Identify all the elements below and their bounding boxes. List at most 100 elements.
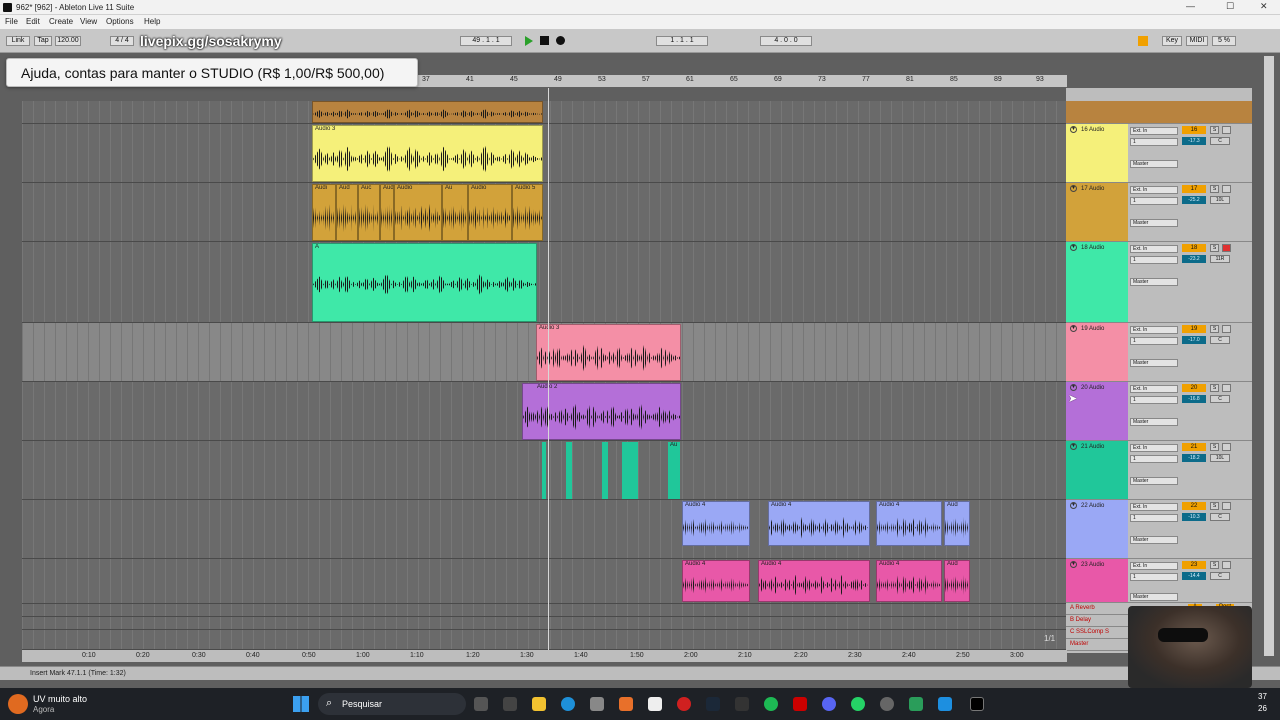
app-icon[interactable] [909,697,923,711]
track-header[interactable]: ▼ 17 Audio Ext. In 1 Master 17 S -25.2 10… [1066,183,1252,242]
solo-button[interactable]: S [1210,443,1219,451]
key-map-button[interactable]: Key [1162,36,1182,46]
track-volume[interactable]: -10.3 [1182,513,1206,521]
app-icon[interactable] [880,697,894,711]
menu-view[interactable]: View [80,17,97,26]
audio-clip[interactable]: Audi [312,184,336,241]
steam-icon[interactable] [706,697,720,711]
track-pan[interactable]: C [1210,395,1230,403]
track-title[interactable]: ▼ 21 Audio [1066,441,1128,499]
ableton-taskbar-icon[interactable] [970,697,984,711]
output-routing[interactable]: Master [1130,536,1178,544]
solo-button[interactable]: S [1210,126,1219,134]
output-routing[interactable]: Master [1130,278,1178,286]
audio-clip[interactable]: Audio [468,184,512,241]
audio-clip[interactable]: Audio 4 [682,501,750,546]
midi-map-button[interactable]: MIDI [1186,36,1208,46]
app-icon[interactable] [938,697,952,711]
track-title[interactable]: ▼ 17 Audio [1066,183,1128,241]
input-type[interactable]: Ext. In [1130,326,1178,334]
track-title[interactable]: ▼ 19 Audio [1066,323,1128,381]
stop-icon[interactable] [540,36,549,45]
return-lane[interactable] [22,617,1067,630]
audio-clip[interactable]: A [312,243,537,322]
track-lane[interactable]: Audi Aud Auc Aud Audio Au Audio Audio 5 [22,183,1067,242]
audio-clip[interactable]: Audio 4 [768,501,870,546]
input-type[interactable]: Ext. In [1130,385,1178,393]
track-activator[interactable]: 18 [1182,244,1206,252]
arrangement-view[interactable]: Audio 3 Audi Aud Auc Aud Audio Au Audio … [22,101,1067,650]
track-lane[interactable]: A [22,242,1067,323]
draw-mode-icon[interactable] [1138,36,1148,46]
arm-button[interactable] [1222,561,1231,569]
track-lane[interactable]: Audio 4 Audio 4 Audio 4 Aud [22,559,1067,604]
audio-clip[interactable]: Audio 4 [758,560,870,602]
fold-icon[interactable]: ▼ [1070,502,1077,509]
return-lane[interactable] [22,604,1067,617]
track-header[interactable]: ▼ 23 Audio Ext. In 1 Master 23 S -14.4 C [1066,559,1252,603]
time-signature[interactable]: 4 / 4 [110,36,134,46]
output-routing[interactable]: Master [1130,219,1178,227]
discord-icon[interactable] [822,697,836,711]
track-lane[interactable]: Audio 3 [22,124,1067,183]
audio-clip[interactable]: Au [540,442,682,499]
arm-button[interactable] [1222,185,1231,193]
input-channel[interactable]: 1 [1130,396,1178,404]
audio-clip[interactable]: Audio 2 [522,383,681,440]
opera-icon[interactable] [677,697,691,711]
track-title[interactable]: ▼ 16 Audio [1066,124,1128,182]
app-icon[interactable] [793,697,807,711]
loop-start-field[interactable]: 1 . 1 . 1 [656,36,708,46]
track-activator[interactable]: 20 [1182,384,1206,392]
audio-clip[interactable]: Au [442,184,468,241]
arm-button[interactable] [1222,502,1231,510]
input-channel[interactable]: 1 [1130,455,1178,463]
input-type[interactable]: Ext. In [1130,503,1178,511]
solo-button[interactable]: S [1210,502,1219,510]
track-lane[interactable]: Audio 3 [22,323,1067,382]
track-title[interactable]: ▼ 18 Audio [1066,242,1128,322]
audio-clip[interactable]: Audio 3 [536,324,681,381]
track-volume[interactable]: -25.2 [1182,196,1206,204]
track-lane[interactable]: Audio 2 [22,382,1067,441]
vertical-scrollbar[interactable] [1264,56,1274,656]
track-pan[interactable]: C [1210,513,1230,521]
menu-help[interactable]: Help [144,17,160,26]
solo-button[interactable]: S [1210,561,1219,569]
menu-edit[interactable]: Edit [26,17,40,26]
track-activator[interactable]: 23 [1182,561,1206,569]
audio-clip[interactable]: Aud [380,184,394,241]
track-header[interactable]: ▼ 20 Audio Ext. In 1 Master 20 S -16.8 C … [1066,382,1252,441]
audio-clip[interactable]: Aud [944,560,970,602]
fold-icon[interactable]: ▼ [1070,185,1077,192]
play-icon[interactable] [525,36,533,46]
input-channel[interactable]: 1 [1130,337,1178,345]
track-volume[interactable]: -16.8 [1182,395,1206,403]
app-icon[interactable] [503,697,517,711]
loop-length-field[interactable]: 4 . 0 . 0 [760,36,812,46]
audio-clip[interactable]: Aud [944,501,970,546]
track-activator[interactable]: 22 [1182,502,1206,510]
track-header[interactable]: ▼ 16 Audio Ext. In 1 Master 16 S -17.3 C [1066,124,1252,183]
track-volume[interactable]: -18.2 [1182,454,1206,462]
track-title[interactable]: ▼ 20 Audio [1066,382,1128,440]
input-channel[interactable]: 1 [1130,138,1178,146]
solo-button[interactable]: S [1210,244,1219,252]
input-channel[interactable]: 1 [1130,256,1178,264]
fold-icon[interactable]: ▼ [1070,244,1077,251]
track-header-partial[interactable] [1066,101,1252,124]
fold-icon[interactable]: ▼ [1070,443,1077,450]
input-type[interactable]: Ext. In [1130,186,1178,194]
track-pan[interactable]: 10L [1210,454,1230,462]
track-title[interactable]: ▼ 22 Audio [1066,500,1128,558]
menu-file[interactable]: File [5,17,18,26]
solo-button[interactable]: S [1210,384,1219,392]
output-routing[interactable]: Master [1130,418,1178,426]
fold-icon[interactable]: ▼ [1070,325,1077,332]
record-icon[interactable] [556,36,565,45]
output-routing[interactable]: Master [1130,160,1178,168]
output-routing[interactable]: Master [1130,359,1178,367]
menu-options[interactable]: Options [106,17,134,26]
whatsapp-icon[interactable] [851,697,865,711]
input-channel[interactable]: 1 [1130,573,1178,581]
